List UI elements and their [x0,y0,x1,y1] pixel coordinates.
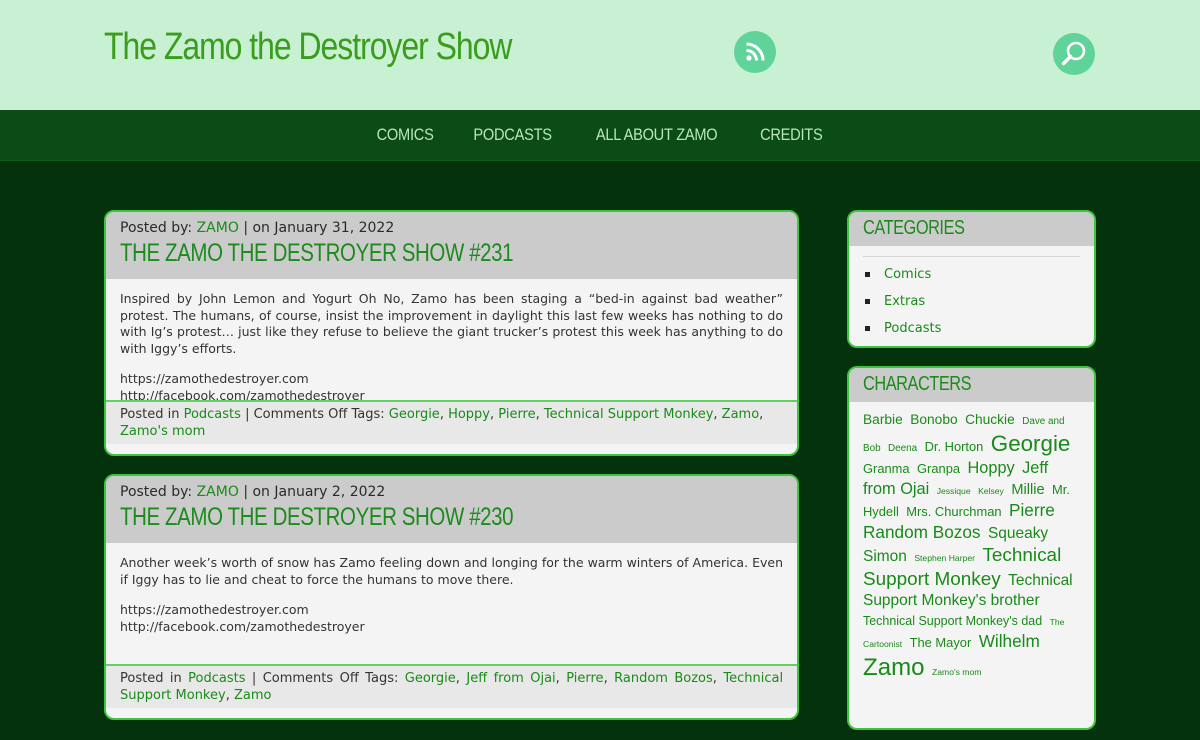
category-link-extras[interactable]: Extras [884,294,925,309]
posted-in-label: Posted in [120,671,182,686]
widget-title: CATEGORIES [849,212,1094,246]
nav-item-podcasts[interactable]: PODCASTS [473,125,552,145]
characters-widget: CHARACTERS Barbie Bonobo Chuckie Dave an… [847,366,1096,730]
character-tag[interactable]: Granma [863,461,910,476]
comments-tags-label: | Comments Off Tags: [245,407,385,422]
character-tag[interactable]: Mrs. Churchman [906,504,1001,519]
character-tag[interactable]: The Mayor [910,635,972,650]
comments-tags-label: | Comments Off Tags: [251,671,399,686]
character-tag-cloud: Barbie Bonobo Chuckie Dave and Bob Deena… [849,402,1094,691]
post-date: | on January 2, 2022 [243,484,386,500]
tag-link[interactable]: Hoppy [448,407,490,422]
character-tag[interactable]: Wilhelm [979,631,1040,651]
post-231: Posted by: ZAMO | on January 31, 2022 TH… [104,210,799,456]
list-item: Extras [863,288,1080,315]
character-tag[interactable]: Jessique [937,486,971,496]
tag-link[interactable]: Pierre [566,671,603,686]
posted-by-label: Posted by: [120,220,193,236]
character-tag[interactable]: Dr. Horton [925,439,984,454]
bullet-icon [865,299,870,304]
tag-link[interactable]: Technical Support Monkey [544,407,714,422]
author-link[interactable]: ZAMO [197,484,239,500]
post-header: Posted by: ZAMO | on January 2, 2022 THE… [106,476,797,543]
tag-link[interactable]: Zamo [722,407,760,422]
tag-link[interactable]: Georgie [405,671,456,686]
category-list: Comics Extras Podcasts [849,246,1094,346]
rss-icon [746,42,765,61]
widget-title: CHARACTERS [849,368,1094,402]
search-button[interactable] [1053,33,1095,75]
character-tag[interactable]: Zamo [863,654,925,681]
character-tag[interactable]: Millie [1011,482,1044,498]
character-tag[interactable]: Chuckie [965,412,1015,427]
nav-item-credits[interactable]: CREDITS [760,125,823,145]
tag-link[interactable]: Zamo [234,688,272,703]
bullet-icon [865,272,870,277]
categories-widget: CATEGORIES Comics Extras Podcasts [847,210,1096,348]
post-meta: Posted by: ZAMO | on January 2, 2022 [120,484,783,500]
post-body: Inspired by John Lemon and Yogurt Oh No,… [106,279,797,404]
main-nav: COMICS PODCASTS ALL ABOUT ZAMO CREDITS [0,110,1200,161]
character-tag[interactable]: Bonobo [910,412,957,427]
post-title[interactable]: THE ZAMO THE DESTROYER SHOW #230 [120,503,664,532]
bullet-icon [865,326,870,331]
category-link[interactable]: Podcasts [184,407,241,422]
character-tag[interactable]: Hoppy [967,459,1014,477]
post-date: | on January 31, 2022 [243,220,395,236]
character-tag[interactable]: Random Bozos [863,522,981,542]
nav-list: COMICS PODCASTS ALL ABOUT ZAMO CREDITS [358,125,841,145]
rss-button[interactable] [734,31,776,73]
post-links: https://zamothedestroyer.com http://face… [120,602,783,635]
tag-link[interactable]: Georgie [389,407,440,422]
character-tag[interactable]: Deena [888,443,917,454]
list-item: Podcasts [863,315,1080,342]
posted-by-label: Posted by: [120,484,193,500]
character-tag[interactable]: Kelsey [978,486,1004,496]
site-header: The Zamo the Destroyer Show [0,0,1200,110]
character-tag[interactable]: Technical Support Monkey's dad [863,614,1042,628]
character-tag[interactable]: Zamo's mom [932,667,981,677]
nav-item-all-about-zamo[interactable]: ALL ABOUT ZAMO [596,125,718,145]
character-tag[interactable]: Barbie [863,412,903,427]
nav-item-comics[interactable]: COMICS [377,125,434,145]
category-link-podcasts[interactable]: Podcasts [884,321,941,336]
character-tag[interactable]: Georgie [991,431,1071,456]
character-tag[interactable]: Pierre [1009,500,1055,520]
character-tag[interactable]: Granpa [917,461,960,476]
post-footer: Posted in Podcasts | Comments Off Tags: … [106,664,797,708]
categories-title: CATEGORIES [863,217,965,239]
site-title[interactable]: The Zamo the Destroyer Show [104,26,512,69]
website-link: https://zamothedestroyer.com [120,602,309,617]
tag-link[interactable]: Random Bozos [614,671,713,686]
post-230: Posted by: ZAMO | on January 2, 2022 THE… [104,474,799,720]
author-link[interactable]: ZAMO [197,220,239,236]
post-footer: Posted in Podcasts | Comments Off Tags: … [106,400,797,444]
list-item: Comics [863,261,1080,288]
post-header: Posted by: ZAMO | on January 31, 2022 TH… [106,212,797,279]
post-excerpt: Inspired by John Lemon and Yogurt Oh No,… [120,291,783,356]
posted-in-label: Posted in [120,407,180,422]
post-title[interactable]: THE ZAMO THE DESTROYER SHOW #231 [120,239,664,268]
tag-link[interactable]: Zamo's mom [120,424,205,439]
character-tag[interactable]: Stephen Harper [914,553,975,563]
category-link[interactable]: Podcasts [188,671,245,686]
facebook-link: http://facebook.com/zamothedestroyer [120,618,365,634]
tag-link[interactable]: Jeff from Ojai [466,671,555,686]
post-body: Another week’s worth of snow has Zamo fe… [106,543,797,635]
post-meta: Posted by: ZAMO | on January 31, 2022 [120,220,783,236]
divider [863,256,1080,257]
characters-title: CHARACTERS [863,373,972,395]
post-excerpt: Another week’s worth of snow has Zamo fe… [120,555,783,587]
tag-link[interactable]: Pierre [498,407,535,422]
search-icon [1061,41,1086,66]
category-link-comics[interactable]: Comics [884,267,931,282]
website-link: https://zamothedestroyer.com [120,371,309,386]
